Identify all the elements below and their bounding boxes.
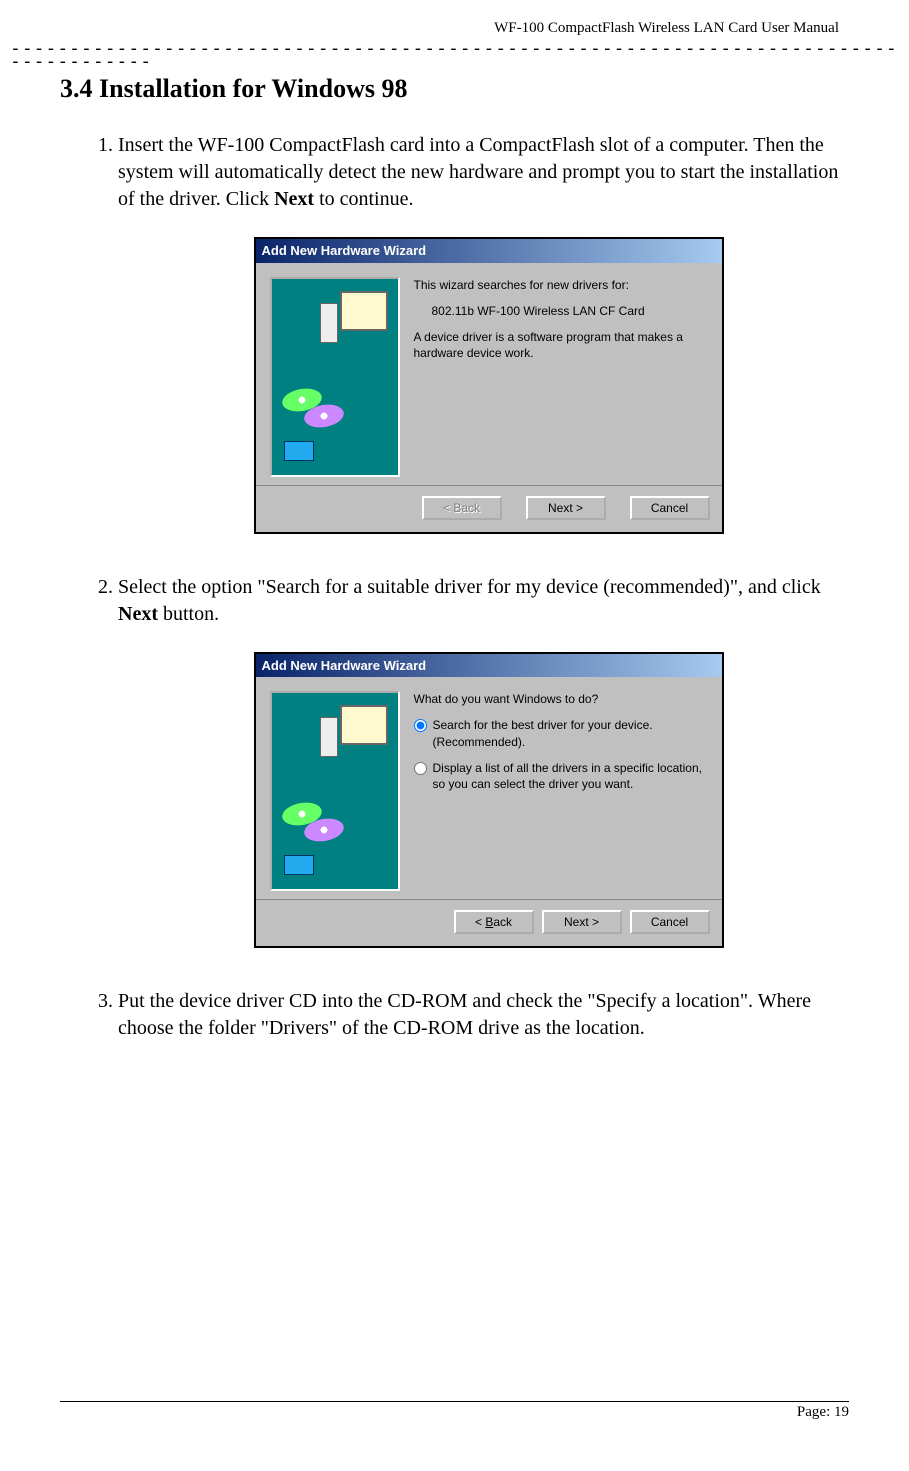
wizard-dialog-1: Add New Hardware Wizard This wizard sear… <box>254 237 724 534</box>
radio-search-best[interactable] <box>414 719 427 732</box>
step-2-text-pre: Select the option "Search for a suitable… <box>118 576 821 598</box>
cancel-button[interactable]: Cancel <box>630 496 710 520</box>
page-number: Page: 19 <box>60 1404 849 1421</box>
wizard-1-line1: This wizard searches for new drivers for… <box>414 277 708 293</box>
step-3-text: Put the device driver CD into the CD-ROM… <box>118 990 811 1039</box>
wizard-dialog-2: Add New Hardware Wizard What do you want… <box>254 652 724 949</box>
radio-search-best-label: Search for the best driver for your devi… <box>433 717 708 749</box>
page-footer: Page: 19 <box>60 1401 849 1421</box>
back-button: < Back <box>422 496 502 520</box>
wizard-2-question: What do you want Windows to do? <box>414 691 708 707</box>
wizard-art-icon <box>270 277 400 477</box>
step-1-text-post: to continue. <box>314 188 413 210</box>
divider-line: ----------------------------------------… <box>10 43 899 68</box>
step-1-bold: Next <box>274 188 314 210</box>
cancel-button[interactable]: Cancel <box>630 910 710 934</box>
wizard-1-line2: A device driver is a software program th… <box>414 329 708 361</box>
next-button[interactable]: Next > <box>542 910 622 934</box>
back-pre: < <box>475 915 485 929</box>
wizard-1-titlebar: Add New Hardware Wizard <box>256 239 722 263</box>
section-title: 3.4 Installation for Windows 98 <box>60 74 899 104</box>
next-button[interactable]: Next > <box>526 496 606 520</box>
step-2: Select the option "Search for a suitable… <box>118 574 899 949</box>
running-head: WF-100 CompactFlash Wireless LAN Card Us… <box>10 20 899 37</box>
footer-rule <box>60 1401 849 1402</box>
step-1: Insert the WF-100 CompactFlash card into… <box>118 132 899 534</box>
radio-display-list-label: Display a list of all the drivers in a s… <box>433 760 708 792</box>
wizard-1-device: 802.11b WF-100 Wireless LAN CF Card <box>432 303 708 319</box>
steps-list: Insert the WF-100 CompactFlash card into… <box>90 132 899 1042</box>
back-post: ack <box>493 915 512 929</box>
wizard-2-titlebar: Add New Hardware Wizard <box>256 654 722 678</box>
back-button[interactable]: < Back <box>454 910 534 934</box>
step-2-bold: Next <box>118 603 158 625</box>
step-2-text-post: button. <box>158 603 219 625</box>
wizard-art-icon <box>270 691 400 891</box>
radio-display-list[interactable] <box>414 762 427 775</box>
step-3: Put the device driver CD into the CD-ROM… <box>118 988 899 1042</box>
step-1-text-pre: Insert the WF-100 CompactFlash card into… <box>118 134 838 210</box>
